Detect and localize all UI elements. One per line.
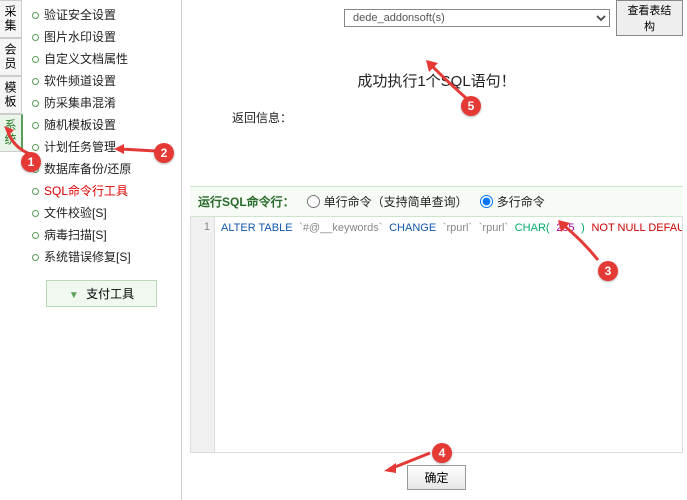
sidebar-item-custom-doc[interactable]: 自定义文档属性 — [22, 48, 181, 70]
view-structure-button[interactable]: 查看表结构 — [616, 0, 683, 36]
callout-2: 2 — [154, 143, 174, 163]
sql-editor: 1 ALTER TABLE `#@__keywords` CHANGE `rpu… — [190, 217, 683, 453]
radio-single-label: 单行命令（支持简单查询） — [324, 193, 468, 210]
top-row: dede_addonsoft(s) 查看表结构 — [190, 0, 683, 36]
arrow-5-icon — [426, 60, 470, 100]
sidebar-item-software[interactable]: 软件频道设置 — [22, 70, 181, 92]
sql-mode-label: 运行SQL命令行： — [198, 193, 295, 210]
tab-template[interactable]: 模板 — [0, 76, 22, 114]
radio-multi-label: 多行命令 — [497, 193, 545, 210]
chevron-down-icon: ▼ — [69, 290, 79, 301]
table-select[interactable]: dede_addonsoft(s) — [344, 9, 610, 27]
sql-mode-single[interactable]: 单行命令（支持简单查询） — [307, 193, 468, 210]
callout-1: 1 — [21, 152, 41, 172]
pay-tool-label: 支付工具 — [86, 287, 134, 301]
sidebar-item-db-backup[interactable]: 数据库备份/还原 — [22, 158, 181, 180]
callout-4: 4 — [432, 443, 452, 463]
sql-mode-multi[interactable]: 多行命令 — [480, 193, 545, 210]
sidebar-list: 验证安全设置 图片水印设置 自定义文档属性 软件频道设置 防采集串混淆 随机模板… — [22, 0, 181, 272]
sidebar-item-watermark[interactable]: 图片水印设置 — [22, 26, 181, 48]
arrow-3-icon — [558, 220, 604, 266]
editor-gutter: 1 — [191, 217, 215, 452]
sidebar-item-virus-scan[interactable]: 病毒扫描[S] — [22, 224, 181, 246]
sql-mode-row: 运行SQL命令行： 单行命令（支持简单查询） 多行命令 — [190, 186, 683, 217]
callout-5: 5 — [461, 96, 481, 116]
return-info-label: 返回信息： — [232, 109, 683, 126]
radio-multi[interactable] — [480, 195, 493, 208]
editor-content[interactable]: ALTER TABLE `#@__keywords` CHANGE `rpurl… — [215, 217, 682, 452]
arrow-4-icon — [384, 451, 432, 473]
pay-tool-button[interactable]: ▼ 支付工具 — [46, 280, 157, 307]
sidebar-item-file-check[interactable]: 文件校验[S] — [22, 202, 181, 224]
radio-single[interactable] — [307, 195, 320, 208]
line-number: 1 — [191, 221, 210, 233]
callout-3: 3 — [598, 261, 618, 281]
submit-row: 确定 — [190, 465, 683, 490]
sidebar-item-random-tpl[interactable]: 随机模板设置 — [22, 114, 181, 136]
sidebar-item-anticollect[interactable]: 防采集串混淆 — [22, 92, 181, 114]
sidebar-item-security[interactable]: 验证安全设置 — [22, 4, 181, 26]
sidebar: 验证安全设置 图片水印设置 自定义文档属性 软件频道设置 防采集串混淆 随机模板… — [22, 0, 182, 500]
tab-member[interactable]: 会员 — [0, 38, 22, 76]
tab-collect[interactable]: 采集 — [0, 0, 22, 38]
sidebar-item-error-fix[interactable]: 系统错误修复[S] — [22, 246, 181, 268]
arrow-2-icon — [114, 143, 156, 157]
sidebar-item-sql-cli[interactable]: SQL命令行工具 — [22, 180, 181, 202]
